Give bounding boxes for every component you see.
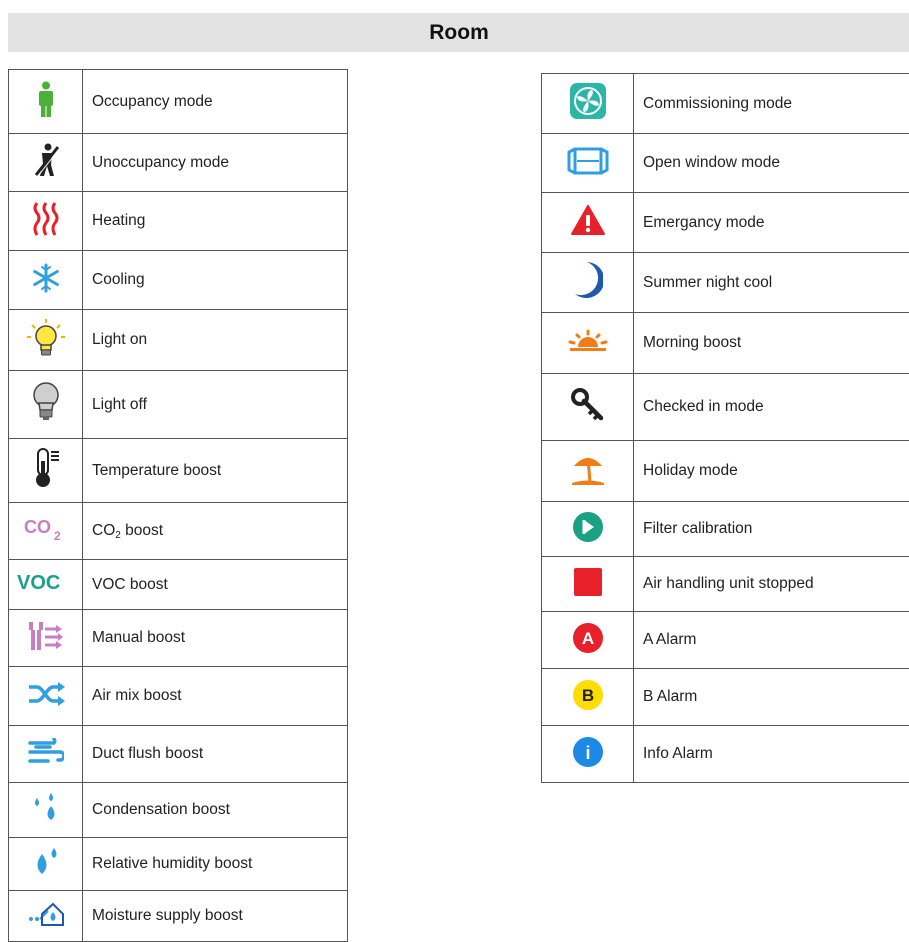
legend-row: Duct flush boost xyxy=(9,726,348,783)
legend-row: Manual boost xyxy=(9,610,348,667)
co2-label-rest: boost xyxy=(121,522,163,539)
svg-text:VOC: VOC xyxy=(17,572,60,593)
legend-row: Air handling unit stopped xyxy=(542,557,909,612)
humidity-drops-icon xyxy=(31,846,61,878)
legend-label: Occupancy mode xyxy=(83,70,348,134)
legend-row: Heating xyxy=(9,192,348,251)
filter-icon xyxy=(572,511,604,543)
legend-label: Checked in mode xyxy=(634,374,909,441)
heat-waves-icon xyxy=(32,201,60,237)
legend-label: Moisture supply boost xyxy=(83,891,348,942)
legend-row: i Info Alarm xyxy=(542,726,909,783)
legend-label: Info Alarm xyxy=(634,726,909,783)
legend-row: Light on xyxy=(9,310,348,371)
legend-label: B Alarm xyxy=(634,669,909,726)
legend-label: A Alarm xyxy=(634,612,909,669)
moon-icon xyxy=(573,261,603,299)
lightbulb-off-icon xyxy=(31,381,61,423)
sunrise-icon xyxy=(568,329,608,353)
legend-row: Unoccupancy mode xyxy=(9,134,348,192)
legend-row: Cooling xyxy=(9,251,348,310)
legend-row: A A Alarm xyxy=(542,612,909,669)
legend-row: Emergancy mode xyxy=(542,193,909,253)
thermometer-icon xyxy=(31,447,61,489)
legend-label: Holiday mode xyxy=(634,441,909,502)
info-alarm-icon: i xyxy=(572,736,604,768)
condensation-drops-icon xyxy=(31,792,61,824)
snowflake-icon xyxy=(31,263,61,293)
co2-icon: CO2 xyxy=(24,516,68,542)
legend-label: Light on xyxy=(83,310,348,371)
legend-label: Open window mode xyxy=(634,134,909,193)
legend-label: Manual boost xyxy=(83,610,348,667)
legend-row: Open window mode xyxy=(542,134,909,193)
lightbulb-on-icon xyxy=(26,318,66,358)
legend-row: VOC VOC boost xyxy=(9,560,348,610)
legend-label: Light off xyxy=(83,371,348,439)
legend-label: Commissioning mode xyxy=(634,74,909,134)
legend-label: Temperature boost xyxy=(83,439,348,503)
warning-triangle-icon xyxy=(570,204,606,236)
person-crossed-icon xyxy=(32,143,60,177)
legend-row: Checked in mode xyxy=(542,374,909,441)
legend-row: Moisture supply boost xyxy=(9,891,348,942)
legend-label: Unoccupancy mode xyxy=(83,134,348,192)
legend-table-right: Commissioning mode Open window mode Emer… xyxy=(541,73,909,783)
svg-text:CO: CO xyxy=(24,517,51,537)
legend-label: Heating xyxy=(83,192,348,251)
alarm-b-icon: B xyxy=(572,679,604,711)
legend-label: Morning boost xyxy=(634,313,909,374)
legend-table-left: Occupancy mode Unoccupancy mode Heating … xyxy=(8,69,348,942)
legend-row: Filter calibration xyxy=(542,502,909,557)
key-icon xyxy=(571,388,605,422)
info-alarm-letter: i xyxy=(585,743,590,763)
legend-label: Air handling unit stopped xyxy=(634,557,909,612)
section-title: Room xyxy=(429,21,489,45)
legend-label: Duct flush boost xyxy=(83,726,348,783)
manual-boost-icon xyxy=(29,620,63,652)
legend-label: Filter calibration xyxy=(634,502,909,557)
fan-icon xyxy=(570,83,606,119)
moisture-house-icon xyxy=(28,901,64,927)
stop-square-icon xyxy=(573,567,603,597)
alarm-b-letter: B xyxy=(581,686,593,705)
duct-flush-icon xyxy=(28,738,64,766)
legend-row: Light off xyxy=(9,371,348,439)
legend-label: VOC boost xyxy=(83,560,348,610)
legend-row: B B Alarm xyxy=(542,669,909,726)
legend-row: Summer night cool xyxy=(542,253,909,313)
legend-row: Air mix boost xyxy=(9,667,348,726)
legend-row: CO2 CO2 boost xyxy=(9,503,348,560)
co2-label-main: CO xyxy=(92,522,115,539)
legend-row: Morning boost xyxy=(542,313,909,374)
legend-label: Air mix boost xyxy=(83,667,348,726)
legend-row: Condensation boost xyxy=(9,783,348,838)
legend-label: Condensation boost xyxy=(83,783,348,838)
legend-row: Commissioning mode xyxy=(542,74,909,134)
air-mix-icon xyxy=(27,681,65,707)
legend-label: Summer night cool xyxy=(634,253,909,313)
svg-text:2: 2 xyxy=(54,529,61,542)
legend-row: Temperature boost xyxy=(9,439,348,503)
person-green-icon xyxy=(37,81,55,117)
legend-row: Occupancy mode xyxy=(9,70,348,134)
voc-icon: VOC xyxy=(17,571,75,593)
legend-label: Relative humidity boost xyxy=(83,838,348,891)
legend-label: CO2 boost xyxy=(83,503,348,560)
beach-umbrella-icon xyxy=(570,452,606,486)
open-window-icon xyxy=(567,146,609,176)
section-header: Room xyxy=(8,13,909,52)
legend-label: Emergancy mode xyxy=(634,193,909,253)
legend-label: Cooling xyxy=(83,251,348,310)
legend-row: Holiday mode xyxy=(542,441,909,502)
alarm-a-icon: A xyxy=(572,622,604,654)
alarm-a-letter: A xyxy=(581,629,593,648)
legend-row: Relative humidity boost xyxy=(9,838,348,891)
